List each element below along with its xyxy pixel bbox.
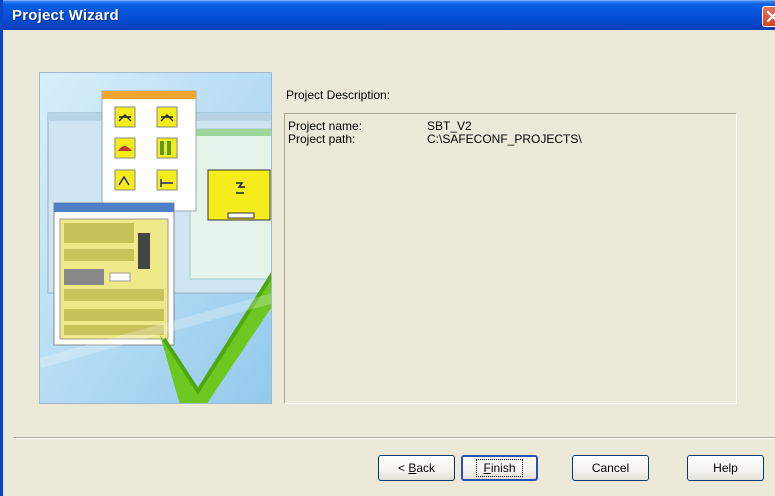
project-description-box: Project name: SBT_V2 Project path: C:\SA… (284, 113, 737, 404)
close-icon (766, 10, 775, 23)
project-path-value: C:\SAFECONF_PROJECTS\ (427, 132, 582, 146)
title-bar[interactable]: Project Wizard (3, 0, 775, 30)
cancel-button[interactable]: Cancel (572, 455, 649, 481)
button-separator (13, 437, 775, 439)
project-name-value: SBT_V2 (427, 119, 472, 133)
project-name-label: Project name: (288, 119, 363, 133)
wizard-side-image (39, 72, 272, 404)
project-path-label: Project path: (288, 132, 356, 146)
project-wizard-window: Project Wizard Project Description: Proj… (0, 0, 775, 496)
help-button[interactable]: Help (687, 455, 764, 481)
software-screenshot-illustration (40, 73, 271, 403)
back-button[interactable]: < Back (378, 455, 455, 481)
finish-button[interactable]: Finish (461, 455, 538, 481)
window-title: Project Wizard (12, 7, 119, 24)
project-description-heading: Project Description: (286, 88, 391, 102)
close-button[interactable] (762, 6, 775, 27)
